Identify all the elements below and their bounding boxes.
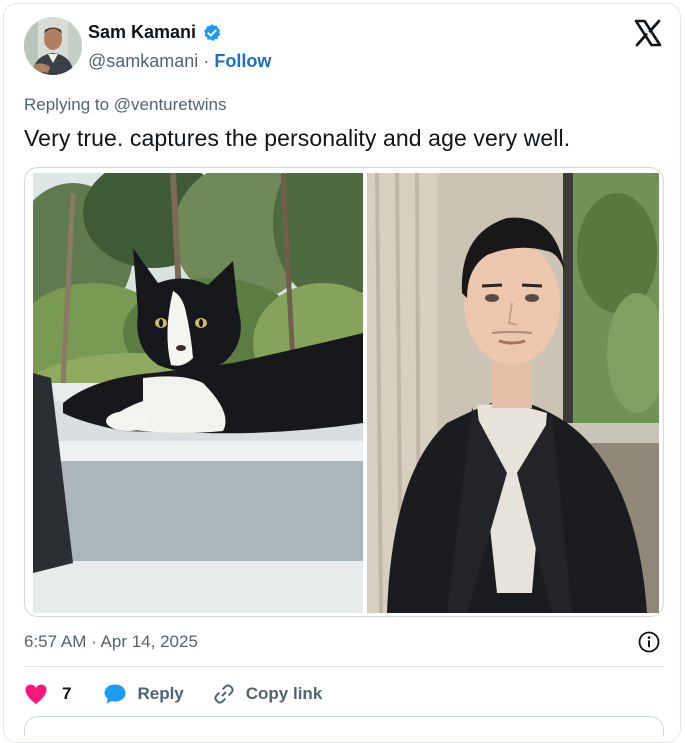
divider (24, 666, 664, 667)
replying-to-prefix: Replying to (24, 95, 110, 114)
replying-to-mention[interactable]: @venturetwins (114, 95, 227, 114)
author-name[interactable]: Sam Kamani (88, 22, 196, 43)
copy-link-label: Copy link (245, 684, 323, 703)
link-icon (212, 682, 236, 706)
handle-separator: · (203, 51, 210, 71)
copy-link-button[interactable]: Copy link (212, 682, 323, 706)
cat-photo[interactable] (33, 173, 363, 613)
author-handle-row: @samkamani · Follow (88, 51, 271, 72)
verified-badge-icon (202, 23, 222, 43)
reply-button[interactable]: Reply (103, 683, 184, 705)
man-portrait-photo[interactable] (367, 173, 659, 613)
action-bar: 7 Reply Copy link (24, 680, 322, 708)
tweet-timestamp[interactable]: 6:57 AM · Apr 14, 2025 (24, 632, 198, 652)
author-handle[interactable]: @samkamani (88, 51, 198, 71)
author-name-row: Sam Kamani (88, 22, 222, 43)
x-logo-icon[interactable] (633, 18, 663, 48)
next-item-edge (24, 716, 664, 736)
reply-label: Reply (137, 684, 184, 703)
tweet-text: Very true. captures the personality and … (24, 125, 571, 151)
heart-icon (24, 683, 48, 705)
info-icon[interactable] (637, 630, 661, 654)
media-container[interactable] (24, 167, 664, 617)
avatar[interactable] (24, 17, 82, 75)
reply-bubble-icon (103, 683, 127, 705)
like-button[interactable]: 7 (24, 683, 71, 705)
replying-to: Replying to @venturetwins (24, 95, 227, 115)
like-count: 7 (62, 684, 72, 703)
follow-button[interactable]: Follow (214, 51, 271, 71)
